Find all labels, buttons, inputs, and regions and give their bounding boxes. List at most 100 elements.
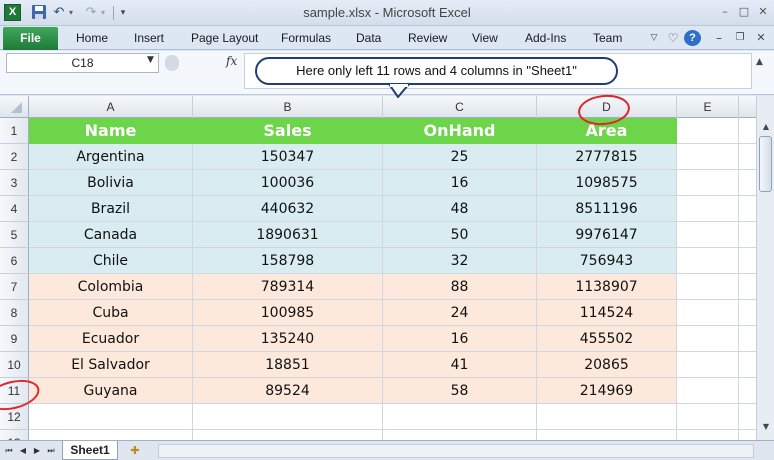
tab-home[interactable]: Home — [76, 31, 108, 45]
cell-name[interactable]: Argentina — [29, 144, 193, 170]
row-header-4[interactable]: 4 — [0, 196, 29, 222]
cell-sales[interactable]: 440632 — [193, 196, 383, 222]
header-cell-sales[interactable]: Sales — [193, 118, 383, 144]
tab-insert[interactable]: Insert — [134, 31, 164, 45]
horizontal-scrollbar[interactable] — [158, 444, 754, 458]
empty-cell[interactable] — [739, 118, 756, 144]
cell-onhand[interactable]: 16 — [383, 326, 537, 352]
cell-sales[interactable]: 100985 — [193, 300, 383, 326]
empty-cell[interactable] — [739, 222, 756, 248]
cell-name[interactable]: Cuba — [29, 300, 193, 326]
empty-cell[interactable] — [29, 404, 193, 430]
empty-cell[interactable] — [677, 170, 739, 196]
scroll-down-icon[interactable]: ▼ — [759, 420, 773, 434]
empty-cell[interactable] — [739, 196, 756, 222]
cell-sales[interactable]: 100036 — [193, 170, 383, 196]
empty-cell[interactable] — [677, 196, 739, 222]
empty-cell[interactable] — [677, 248, 739, 274]
tab-review[interactable]: Review — [408, 31, 447, 45]
cell-name[interactable]: El Salvador — [29, 352, 193, 378]
cell-area[interactable]: 8511196 — [537, 196, 677, 222]
cell-sales[interactable]: 1890631 — [193, 222, 383, 248]
row-header-2[interactable]: 2 — [0, 144, 29, 170]
empty-cell[interactable] — [677, 378, 739, 404]
cell-area[interactable]: 1098575 — [537, 170, 677, 196]
cell-onhand[interactable]: 58 — [383, 378, 537, 404]
empty-cell[interactable] — [383, 404, 537, 430]
empty-cell[interactable] — [29, 430, 193, 440]
sheet-tab-sheet1[interactable]: Sheet1 — [62, 441, 118, 460]
cell-onhand[interactable]: 50 — [383, 222, 537, 248]
cell-onhand[interactable]: 41 — [383, 352, 537, 378]
empty-cell[interactable] — [739, 300, 756, 326]
empty-cell[interactable] — [537, 430, 677, 440]
row-header-7[interactable]: 7 — [0, 274, 29, 300]
column-header-c[interactable]: C — [383, 96, 537, 118]
last-sheet-icon[interactable]: ⏭ — [46, 444, 56, 458]
cell-onhand[interactable]: 48 — [383, 196, 537, 222]
cell-sales[interactable]: 89524 — [193, 378, 383, 404]
maximize-button[interactable]: □ — [737, 5, 751, 19]
empty-cell[interactable] — [677, 144, 739, 170]
tab-team[interactable]: Team — [593, 31, 622, 45]
column-header-a[interactable]: A — [29, 96, 193, 118]
cell-onhand[interactable]: 32 — [383, 248, 537, 274]
cell-name[interactable]: Colombia — [29, 274, 193, 300]
cell-name[interactable]: Guyana — [29, 378, 193, 404]
cell-onhand[interactable]: 25 — [383, 144, 537, 170]
minimize-button[interactable]: – — [718, 5, 732, 19]
empty-cell[interactable] — [677, 352, 739, 378]
empty-cell[interactable] — [739, 144, 756, 170]
help-icon[interactable]: ? — [684, 30, 701, 46]
cell-sales[interactable]: 158798 — [193, 248, 383, 274]
column-header-f[interactable] — [739, 96, 756, 118]
first-sheet-icon[interactable]: ⏮ — [4, 444, 14, 458]
empty-cell[interactable] — [739, 352, 756, 378]
row-header-9[interactable]: 9 — [0, 326, 29, 352]
tab-page-layout[interactable]: Page Layout — [191, 31, 258, 45]
cell-name[interactable]: Chile — [29, 248, 193, 274]
tab-view[interactable]: View — [472, 31, 498, 45]
cell-area[interactable]: 9976147 — [537, 222, 677, 248]
empty-cell[interactable] — [677, 404, 739, 430]
cell-onhand[interactable]: 88 — [383, 274, 537, 300]
empty-cell[interactable] — [677, 300, 739, 326]
tab-formulas[interactable]: Formulas — [281, 31, 331, 45]
empty-cell[interactable] — [739, 430, 756, 440]
scroll-up-icon[interactable]: ▲ — [759, 120, 773, 134]
workbook-restore-icon[interactable]: ❐ — [733, 30, 747, 46]
cell-onhand[interactable]: 24 — [383, 300, 537, 326]
cell-area[interactable]: 114524 — [537, 300, 677, 326]
empty-cell[interactable] — [739, 378, 756, 404]
formula-bar-resize-handle[interactable] — [165, 55, 179, 71]
ribbon-options-icon[interactable]: ♡ — [666, 30, 680, 46]
cell-sales[interactable]: 150347 — [193, 144, 383, 170]
empty-cell[interactable] — [383, 430, 537, 440]
cell-area[interactable]: 455502 — [537, 326, 677, 352]
cell-name[interactable]: Ecuador — [29, 326, 193, 352]
cell-area[interactable]: 20865 — [537, 352, 677, 378]
column-header-e[interactable]: E — [677, 96, 739, 118]
vertical-scroll-thumb[interactable] — [759, 136, 772, 192]
minimize-ribbon-icon[interactable]: ▽ — [648, 30, 660, 46]
cell-area[interactable]: 2777815 — [537, 144, 677, 170]
empty-cell[interactable] — [677, 430, 739, 440]
row-header-6[interactable]: 6 — [0, 248, 29, 274]
header-cell-name[interactable]: Name — [29, 118, 193, 144]
prev-sheet-icon[interactable]: ◀ — [18, 444, 28, 458]
row-header-10[interactable]: 10 — [0, 352, 29, 378]
empty-cell[interactable] — [537, 404, 677, 430]
empty-cell[interactable] — [739, 248, 756, 274]
workbook-minimize-icon[interactable]: – — [712, 30, 726, 46]
row-header-3[interactable]: 3 — [0, 170, 29, 196]
expand-formula-bar-icon[interactable]: ▲ — [756, 57, 763, 67]
row-header-13[interactable]: 13 — [0, 430, 29, 440]
select-all-button[interactable] — [0, 96, 29, 118]
insert-function-icon[interactable]: fx — [226, 54, 237, 68]
cell-area[interactable]: 1138907 — [537, 274, 677, 300]
cell-sales[interactable]: 789314 — [193, 274, 383, 300]
empty-cell[interactable] — [193, 430, 383, 440]
insert-sheet-icon[interactable]: ✚ — [126, 443, 144, 458]
empty-cell[interactable] — [739, 274, 756, 300]
next-sheet-icon[interactable]: ▶ — [32, 444, 42, 458]
